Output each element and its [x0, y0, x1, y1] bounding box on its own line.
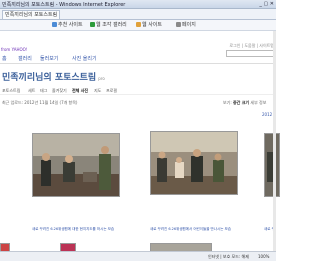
window-title: 민족끼리님의 포토스트림 - Windows Internet Explorer [2, 2, 126, 8]
webslice-icon [90, 22, 95, 27]
toolbar-item-page[interactable]: 페이지 [176, 21, 196, 29]
tab-profile[interactable]: 프로필 [106, 87, 117, 94]
pro-badge: pro [98, 76, 105, 81]
photostream-tabs: 포토스트림 세트 태그 즐겨찾기 전체 사진 지도 프로필 [0, 87, 276, 95]
nav-gallery[interactable]: 갤러리 [18, 55, 32, 63]
vertical-scrollbar[interactable] [273, 31, 276, 251]
photo-2-image [151, 132, 237, 194]
star-icon [52, 22, 57, 27]
photo-3-image [265, 134, 279, 196]
brand-logo[interactable]: from YAHOO! [1, 47, 27, 52]
nav-explore[interactable]: 둘러보기 [40, 55, 58, 63]
nav-home[interactable]: 홈 [2, 55, 7, 63]
tab-all-photos[interactable]: 전체 사진 [72, 87, 88, 94]
upload-meta: 최근 업로드: 2012년 11월 14일 (7개 항목) [2, 100, 78, 105]
page-content: from YAHOO! 로그인 | 도움말 | 사이트맵 홈 갤러리 둘러보기 … [0, 31, 280, 253]
year-link[interactable]: 2012 [262, 112, 272, 117]
favorites-toolbar: 추천 사이트 웹 조각 갤러리 웹 사이트 페이지 [0, 20, 276, 31]
photo-thumbnail-2[interactable] [150, 131, 238, 195]
photo-caption-1[interactable]: 새로 꾸려진 6.26위생원에 대한 현지지도를 하시는 모습 [32, 227, 118, 232]
tab-map[interactable]: 지도 [94, 87, 101, 94]
top-links[interactable]: 로그인 | 도움말 | 사이트맵 [229, 43, 274, 49]
zoom-level[interactable]: 100% [258, 253, 269, 260]
window-titlebar: 민족끼리님의 포토스트림 - Windows Internet Explorer… [0, 0, 276, 9]
tab-bar: 민족끼리님의 포토스트림 [0, 9, 276, 20]
toolbar-item-webslice[interactable]: 웹 조각 갤러리 [90, 21, 127, 29]
home-icon [136, 22, 141, 27]
tab-sets[interactable]: 세트 [28, 87, 35, 94]
tab-photostream[interactable]: 민족끼리님의 포토스트림 [2, 10, 61, 19]
tab-label: 민족끼리님의 포토스트림 [5, 12, 58, 18]
tab-tags[interactable]: 태그 [40, 87, 47, 94]
page-title: 민족끼리님의 포토스트림 pro [2, 73, 105, 83]
view-selector[interactable]: 보기: 중간 크기 세부 정보 [223, 100, 266, 106]
site-nav: 홈 갤러리 둘러보기 사진 올리기 [0, 55, 276, 64]
nav-upload[interactable]: 사진 올리기 [72, 55, 97, 63]
photo-thumbnail-1[interactable] [32, 133, 120, 197]
photo-thumbnail-3[interactable] [264, 133, 280, 197]
window-controls[interactable]: _ ▢ ✕ [259, 1, 274, 7]
toolbar-item-website[interactable]: 웹 사이트 [136, 21, 162, 29]
tab-photostream-link[interactable]: 포토스트림 [2, 87, 20, 94]
photo-caption-2[interactable]: 새로 꾸려진 6.26위생원에서 어린이들을 만나시는 모습 [150, 227, 236, 232]
security-zone[interactable]: 인터넷 | 보호 모드: 해제 [208, 253, 249, 260]
page-icon [176, 22, 181, 27]
photo-1-image [33, 134, 119, 196]
tab-favorites[interactable]: 즐겨찾기 [52, 87, 67, 94]
toolbar-item-suggested[interactable]: 추천 사이트 [52, 21, 83, 29]
